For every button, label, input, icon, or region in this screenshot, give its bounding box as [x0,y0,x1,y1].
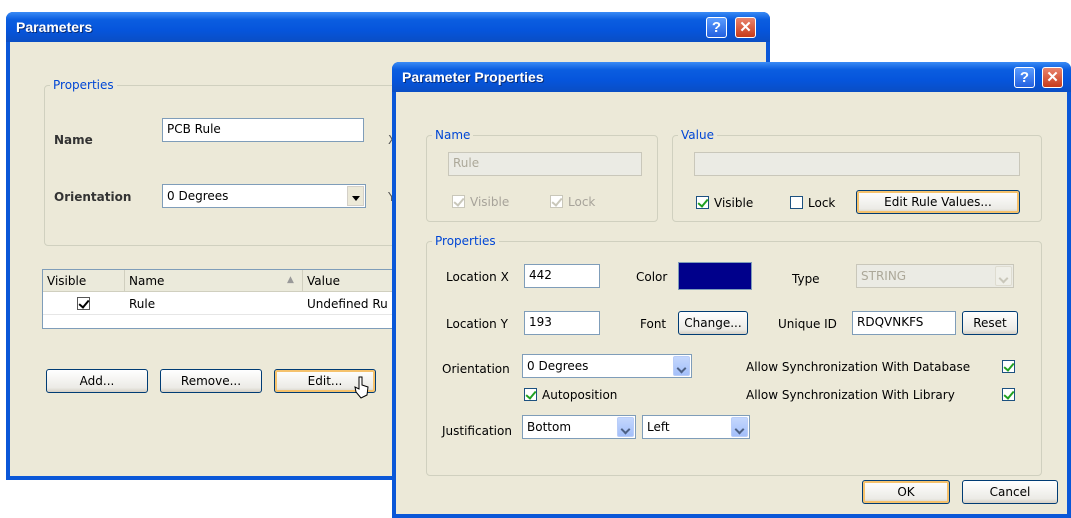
change-font-button[interactable]: Change... [678,311,748,335]
location-y-label: Location Y [446,317,508,331]
autoposition-checkbox[interactable] [524,388,537,401]
unique-id-field[interactable]: RDQVNKFS [852,311,956,335]
value-lock-label: Lock [808,196,836,210]
parameter-properties-client: Name Rule Visible Lock Value Visible Loc… [396,92,1067,514]
grid-header: Visible Name ▲ Value [43,270,411,292]
justification-horizontal-select[interactable]: Left [642,415,750,439]
cancel-button[interactable]: Cancel [962,480,1058,504]
orientation-label: Orientation [54,190,132,204]
name-label: Name [54,133,93,147]
sort-arrow-icon: ▲ [287,275,294,285]
type-select: STRING [856,264,1014,288]
add-button[interactable]: Add... [46,369,148,393]
sync-library-label: Allow Synchronization With Library [746,388,955,402]
location-x-field[interactable]: 442 [524,264,600,288]
location-y-field[interactable]: 193 [524,311,600,335]
properties-legend: Properties [435,234,496,248]
row-visible-checkbox[interactable] [77,297,90,310]
ok-button[interactable]: OK [862,480,950,504]
mouse-cursor-icon [354,376,369,399]
color-label: Color [636,270,668,284]
sync-library-checkbox[interactable] [1002,388,1015,401]
value-group-legend: Value [681,128,714,142]
help-icon[interactable]: ? [1014,67,1035,88]
column-header-visible[interactable]: Visible [43,270,125,292]
reset-button[interactable]: Reset [962,311,1018,335]
chevron-down-icon [673,356,690,376]
orientation-select[interactable]: 0 Degrees [162,184,366,208]
help-icon[interactable]: ? [706,17,727,38]
name-lock-checkbox [550,195,563,208]
close-icon[interactable]: ✕ [1042,67,1063,88]
sync-database-label: Allow Synchronization With Database [746,360,971,374]
parameters-titlebar[interactable]: Parameters ? ✕ [6,12,770,42]
name-visible-checkbox [452,195,465,208]
edit-rule-values-button[interactable]: Edit Rule Values... [856,190,1020,214]
justification-vertical-select[interactable]: Bottom [522,415,636,439]
color-swatch[interactable] [678,262,752,290]
close-icon[interactable]: ✕ [735,17,756,38]
remove-button[interactable]: Remove... [160,369,262,393]
row-name: Rule [129,297,156,311]
name-lock-label: Lock [568,195,596,209]
font-label: Font [640,317,667,331]
sync-database-checkbox[interactable] [1002,360,1015,373]
justification-label: Justification [442,424,512,438]
value-visible-label: Visible [714,196,754,210]
properties-legend: Properties [53,78,114,92]
chevron-down-icon [617,417,634,437]
properties-group: Properties [44,78,404,246]
orientation-label: Orientation [442,362,510,376]
window-title: Parameters [16,19,93,35]
parameters-grid: Visible Name ▲ Value Rule Undefined Ru [42,269,412,329]
chevron-down-icon [995,266,1012,286]
unique-id-label: Unique ID [778,317,837,331]
type-label: Type [792,272,820,286]
value-visible-checkbox[interactable] [696,196,709,209]
name-field[interactable]: PCB Rule [162,118,364,142]
autoposition-label: Autoposition [542,388,618,402]
parameter-properties-window: Parameter Properties ? ✕ Name Rule Visib… [392,62,1071,518]
location-x-label: Location X [446,270,509,284]
name-visible-label: Visible [470,195,510,209]
window-title: Parameter Properties [402,69,544,85]
chevron-down-icon [347,186,364,206]
table-row[interactable]: Rule Undefined Ru [43,293,411,315]
column-header-name[interactable]: Name [125,270,303,292]
name-field: Rule [448,152,642,176]
value-lock-checkbox[interactable] [790,196,803,209]
orientation-select[interactable]: 0 Degrees [522,354,692,378]
value-field [694,152,1020,176]
name-group-legend: Name [435,128,471,142]
parameter-properties-titlebar[interactable]: Parameter Properties ? ✕ [392,62,1071,92]
chevron-down-icon [731,417,748,437]
row-value: Undefined Ru [307,297,388,311]
